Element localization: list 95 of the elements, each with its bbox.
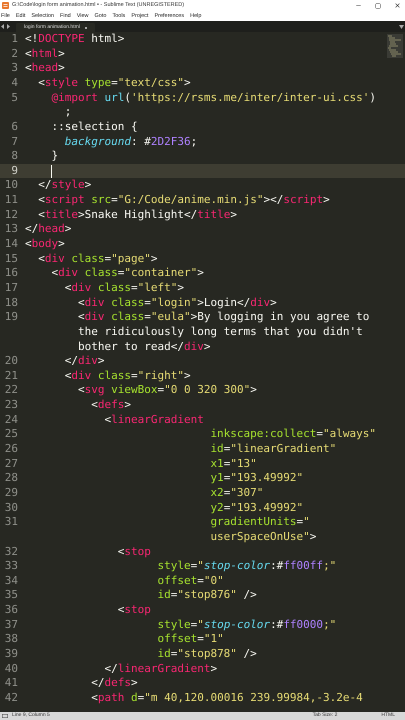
line-number: 32 <box>4 544 18 560</box>
line-number: 22 <box>4 382 18 398</box>
code-line: <div class="eula">By logging in you agree to <box>78 309 370 326</box>
code-line: id="linearGradient" <box>210 441 336 458</box>
code-line: background: #2D2F36; <box>64 134 198 150</box>
line-number: 35 <box>4 587 18 604</box>
line-number: 26 <box>4 441 18 458</box>
code-line: <!DOCTYPE html> <box>25 32 124 48</box>
line-number: 27 <box>4 456 18 472</box>
line-number: 9 <box>11 162 18 179</box>
line-number: 6 <box>11 118 18 135</box>
line-number: 19 <box>4 309 18 326</box>
code-line: <path d="m 40,120.00016 239.99984,-3.2e-4 <box>91 690 363 706</box>
code-line: <div class="login">Login</div> <box>78 294 277 311</box>
code-line: style="stop-color:#ff0000;" <box>157 616 336 633</box>
line-number: 29 <box>4 484 18 501</box>
code-line: x2="307" <box>210 484 264 501</box>
line-number: 40 <box>4 660 18 677</box>
line-number: 11 <box>4 192 18 208</box>
code-line: <html> <box>25 46 65 62</box>
code-line: <linearGradient <box>104 412 204 428</box>
code-line: <div class="right"> <box>64 368 191 384</box>
dropdown-icon[interactable] <box>399 25 404 29</box>
line-number: 12 <box>4 206 18 223</box>
code-line: offset="1" <box>157 631 224 648</box>
code-line: id="stop876" /> <box>157 587 257 604</box>
line-number: 34 <box>4 572 18 589</box>
code-line: </style> <box>38 177 92 194</box>
line-number: 17 <box>4 280 18 296</box>
code-line: <body> <box>25 236 65 252</box>
maximize-icon[interactable] <box>375 2 381 8</box>
text-cursor-icon <box>51 164 52 178</box>
code-line: <head> <box>25 60 65 76</box>
line-number: 42 <box>4 690 18 706</box>
line-number: 10 <box>4 177 18 194</box>
code-line: <svg viewBox="0 0 320 300"> <box>78 382 257 398</box>
tab-scroll-icon[interactable] <box>1 24 10 29</box>
line-number: 25 <box>4 426 18 442</box>
line-number: 16 <box>4 265 18 282</box>
code-line: ; <box>64 104 72 120</box>
line-number: 33 <box>4 558 18 574</box>
code-line: x1="13" <box>210 456 257 472</box>
line-number: 2 <box>11 46 18 62</box>
line-number: 20 <box>4 353 18 370</box>
line-number: 15 <box>4 250 18 267</box>
code-line: ::selection { <box>52 118 138 135</box>
code-line: the ridiculously long terms that you didn't <box>78 324 363 340</box>
minimap <box>387 34 403 58</box>
minimize-icon[interactable] <box>355 2 362 9</box>
line-number: 21 <box>4 368 18 384</box>
line-number: 13 <box>4 221 18 238</box>
line-number: 14 <box>4 236 18 252</box>
code-line: userSpaceOnUse"> <box>210 528 316 545</box>
code-line: y1="193.49992" <box>210 470 304 486</box>
code-line: inkscape:collect="always" <box>210 426 376 442</box>
code-line: <stop <box>118 602 151 618</box>
code-line: </defs> <box>91 675 138 692</box>
line-number: 36 <box>4 602 18 618</box>
line-number: 37 <box>4 616 18 633</box>
line-number: 8 <box>11 148 18 164</box>
line-number: 31 <box>4 514 18 530</box>
code-line: gradientUnits=" <box>210 514 310 530</box>
line-number: 5 <box>11 90 18 106</box>
close-icon[interactable] <box>394 2 401 9</box>
line-number: 30 <box>4 500 18 516</box>
code-line: bother to read</div> <box>78 338 210 355</box>
code-line: <stop <box>118 544 151 560</box>
line-number: 1 <box>11 32 18 48</box>
code-line: offset="0" <box>157 572 224 589</box>
code-line: id="stop878" /> <box>157 646 257 662</box>
code-line: <style type="text/css"> <box>38 75 191 91</box>
line-number: 38 <box>4 631 18 648</box>
code-line: </div> <box>64 353 104 370</box>
line-number: 28 <box>4 470 18 486</box>
line-number: 18 <box>4 294 18 311</box>
line-number: 4 <box>11 75 18 91</box>
line-number: 23 <box>4 397 18 414</box>
code-line: <defs> <box>91 397 131 414</box>
code-line: <div class="container"> <box>52 265 204 282</box>
code-line: </head> <box>25 221 72 238</box>
line-number: 3 <box>11 60 18 76</box>
code-line: <title>Snake Highlight</title> <box>38 206 237 223</box>
line-number: 7 <box>11 134 18 150</box>
code-line: @import url('https://rsms.me/inter/inter-ui.css') <box>52 90 376 106</box>
line-number: 41 <box>4 675 18 692</box>
code-line: </linearGradient> <box>104 660 218 677</box>
code-line: } <box>52 148 58 164</box>
code-line: y2="193.49992" <box>210 500 304 516</box>
code-line: <div class="page"> <box>38 250 158 267</box>
panel-icon[interactable] <box>2 714 8 718</box>
code-line: style="stop-color:#ff00ff;" <box>157 558 336 574</box>
line-number: 24 <box>4 412 18 428</box>
code-line: <div class="left"> <box>64 280 184 296</box>
line-number: 39 <box>4 646 18 662</box>
code-line: <script src="G:/Code/anime.min.js"></script> <box>38 192 330 208</box>
